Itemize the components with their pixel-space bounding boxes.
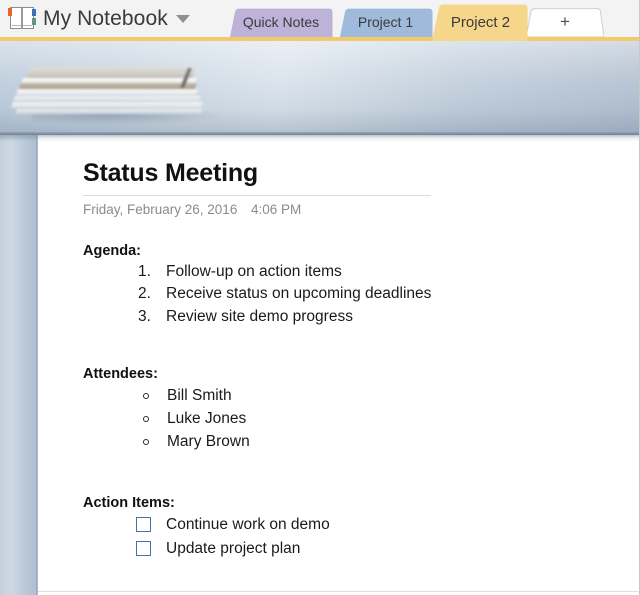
attendees-list: Bill Smith Luke Jones Mary Brown — [83, 384, 603, 453]
list-item[interactable]: Review site demo progress — [138, 306, 603, 329]
section-tab-label: Quick Notes — [242, 14, 320, 30]
section-tab-quick-notes[interactable]: Quick Notes — [222, 8, 340, 37]
page-bottom-divider — [38, 591, 639, 592]
checkbox-unchecked-icon[interactable] — [136, 517, 151, 532]
page-time: 4:06 PM — [251, 201, 302, 217]
checkbox-unchecked-icon[interactable] — [136, 541, 151, 556]
agenda-heading: Agenda: — [83, 242, 141, 259]
note-content: Status Meeting Friday, February 26, 2016… — [83, 159, 603, 561]
plus-icon: + — [560, 12, 570, 31]
title-divider — [83, 194, 431, 196]
section-tab-project-2[interactable]: Project 2 — [426, 4, 535, 41]
list-item[interactable]: Bill Smith — [140, 384, 603, 407]
page-timestamp: Friday, February 26, 2016 4:06 PM — [83, 202, 603, 217]
list-item[interactable]: Receive status on upcoming deadlines — [138, 283, 603, 306]
section-tab-label: Project 1 — [357, 14, 414, 30]
action-items-list: Continue work on demo Update project pla… — [83, 513, 603, 561]
attendees-heading: Attendees: — [83, 366, 158, 382]
list-item[interactable]: Luke Jones — [140, 407, 603, 430]
top-bar: My Notebook Quick Notes Project 1 Projec… — [0, 0, 639, 41]
onenote-window: My Notebook Quick Notes Project 1 Projec… — [0, 0, 640, 595]
action-items-heading: Action Items: — [83, 495, 175, 511]
note-page[interactable]: Status Meeting Friday, February 26, 2016… — [38, 135, 639, 595]
agenda-list: Follow-up on action items Receive status… — [83, 261, 603, 329]
notebook-selector[interactable]: My Notebook — [0, 0, 218, 37]
notebook-name: My Notebook — [43, 6, 168, 30]
list-item[interactable]: Update project plan — [136, 537, 603, 561]
notebook-icon — [8, 6, 36, 31]
page-left-rail — [0, 135, 38, 595]
list-item[interactable]: Follow-up on action items — [138, 261, 603, 284]
page-date: Friday, February 26, 2016 — [83, 201, 238, 217]
section-tab-project-1[interactable]: Project 1 — [332, 8, 439, 37]
chevron-down-icon[interactable] — [175, 14, 190, 23]
list-item[interactable]: Continue work on demo — [136, 513, 603, 537]
page-title[interactable]: Status Meeting — [83, 159, 603, 188]
section-tab-label: Project 2 — [450, 13, 511, 31]
page-header-banner — [0, 41, 639, 135]
list-item[interactable]: Mary Brown — [140, 430, 603, 453]
page-left-rail-shadow — [0, 135, 38, 141]
action-item-label: Continue work on demo — [166, 516, 330, 533]
section-tab-strip: Quick Notes Project 1 Project 2 + — [218, 0, 639, 41]
action-item-label: Update project plan — [166, 540, 301, 557]
